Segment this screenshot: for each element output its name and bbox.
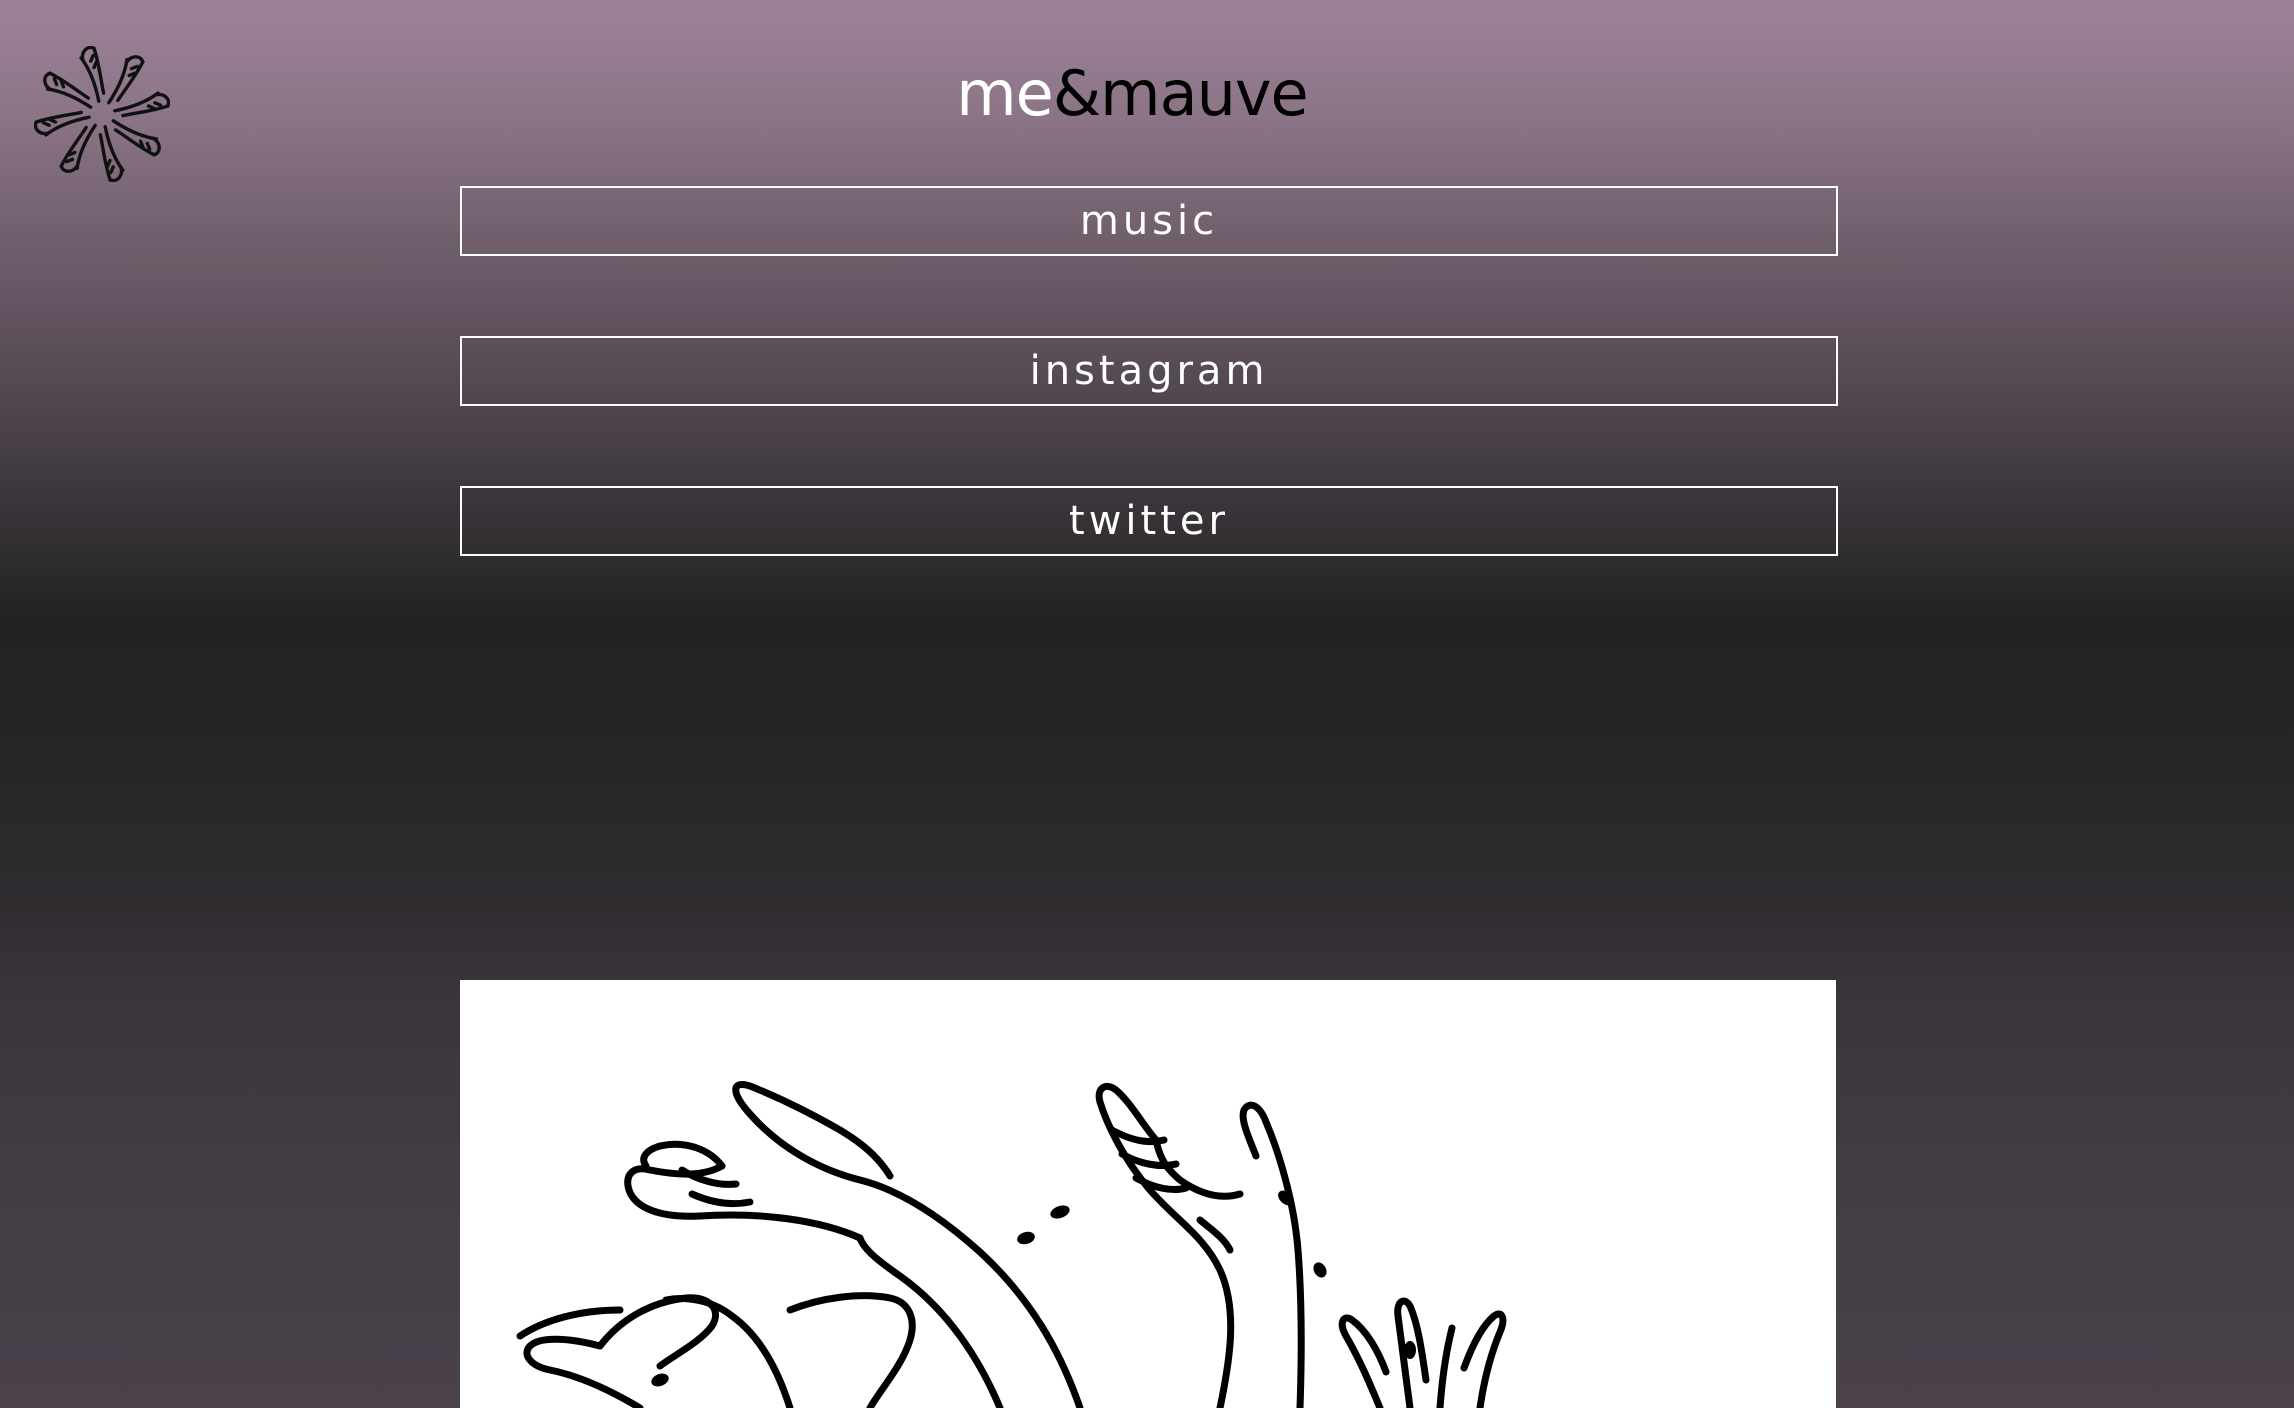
instagram-link-button[interactable]: instagram [460, 336, 1838, 406]
twitter-link-button[interactable]: twitter [460, 486, 1838, 556]
site-title-part2: &mauve [1052, 57, 1309, 130]
site-title-part1: me [956, 57, 1054, 130]
site-title: me&mauve [0, 58, 2264, 130]
music-link-button[interactable]: music [460, 186, 1838, 256]
reaching-hands-illustration [516, 1081, 1507, 1408]
artwork-panel [460, 980, 1836, 1408]
